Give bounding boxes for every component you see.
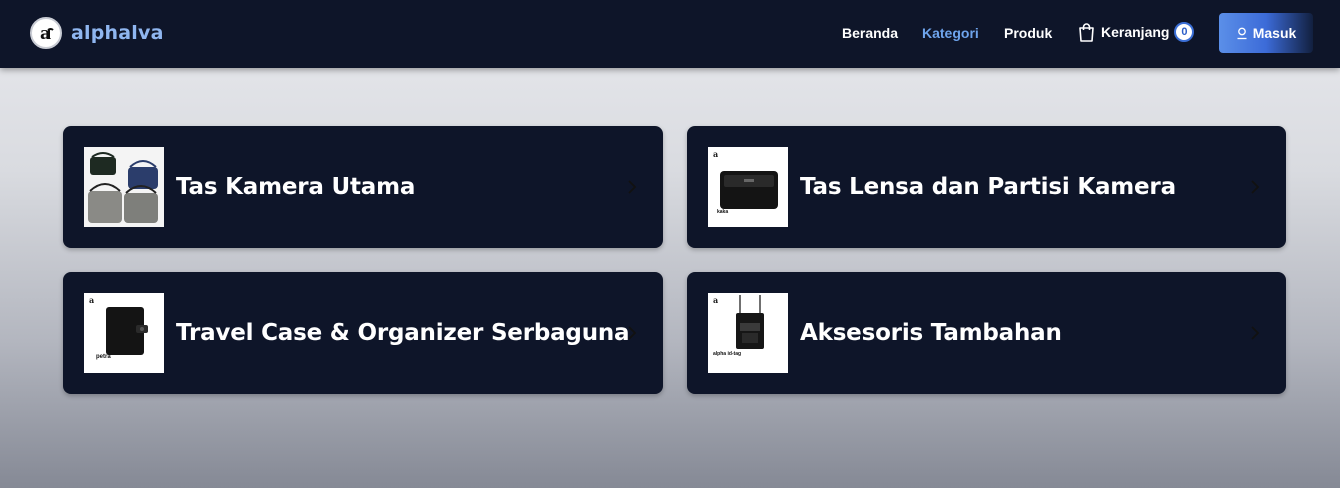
thumb-caption: petra: [96, 354, 111, 360]
category-card-travel-case[interactable]: a petra Travel Case & Organizer Serbagun…: [63, 272, 663, 394]
login-button[interactable]: Masuk: [1219, 13, 1313, 53]
nav-link-kategori[interactable]: Kategori: [922, 25, 979, 41]
accessory-image: a alpha id-tag: [708, 293, 788, 373]
cart-link[interactable]: Keranjang 0: [1078, 22, 1195, 42]
chevron-right-icon: [628, 326, 637, 340]
travel-case-image: a petra: [84, 293, 164, 373]
thumb-caption: kaka: [717, 209, 729, 215]
brand-name: alphalva: [71, 22, 164, 44]
nav-link-produk[interactable]: Produk: [1004, 25, 1052, 41]
cart-label: Keranjang: [1101, 24, 1170, 40]
cart-count-badge: 0: [1174, 22, 1195, 42]
thumb-caption: alpha id-tag: [713, 351, 742, 357]
lens-bag-image: a kaka: [708, 147, 788, 227]
chevron-right-icon: [1251, 180, 1260, 194]
category-card-tas-kamera-utama[interactable]: Tas Kamera Utama: [63, 126, 663, 248]
svg-text:a: a: [713, 149, 718, 159]
category-title: Travel Case & Organizer Serbaguna: [176, 320, 630, 346]
svg-text:a: a: [89, 295, 94, 305]
navbar: a alphalva Beranda Kategori Produk Keran…: [0, 0, 1340, 68]
brand-logo-icon: a: [30, 17, 62, 49]
shopping-bag-icon: [1079, 22, 1094, 42]
category-card-tas-lensa[interactable]: a kaka Tas Lensa dan Partisi Kamera: [687, 126, 1286, 248]
category-title: Aksesoris Tambahan: [800, 320, 1062, 346]
category-title: Tas Kamera Utama: [176, 174, 416, 200]
category-card-aksesoris[interactable]: a alpha id-tag Aksesoris Tambahan: [687, 272, 1286, 394]
chevron-right-icon: [628, 180, 637, 194]
category-title: Tas Lensa dan Partisi Kamera: [800, 174, 1176, 200]
user-icon: [1237, 27, 1247, 39]
chevron-right-icon: [1251, 326, 1260, 340]
brand-link[interactable]: a alphalva: [30, 17, 164, 49]
nav-link-beranda[interactable]: Beranda: [842, 25, 898, 41]
svg-text:a: a: [713, 295, 718, 305]
camera-bags-image: [84, 147, 164, 227]
login-label: Masuk: [1252, 25, 1297, 41]
